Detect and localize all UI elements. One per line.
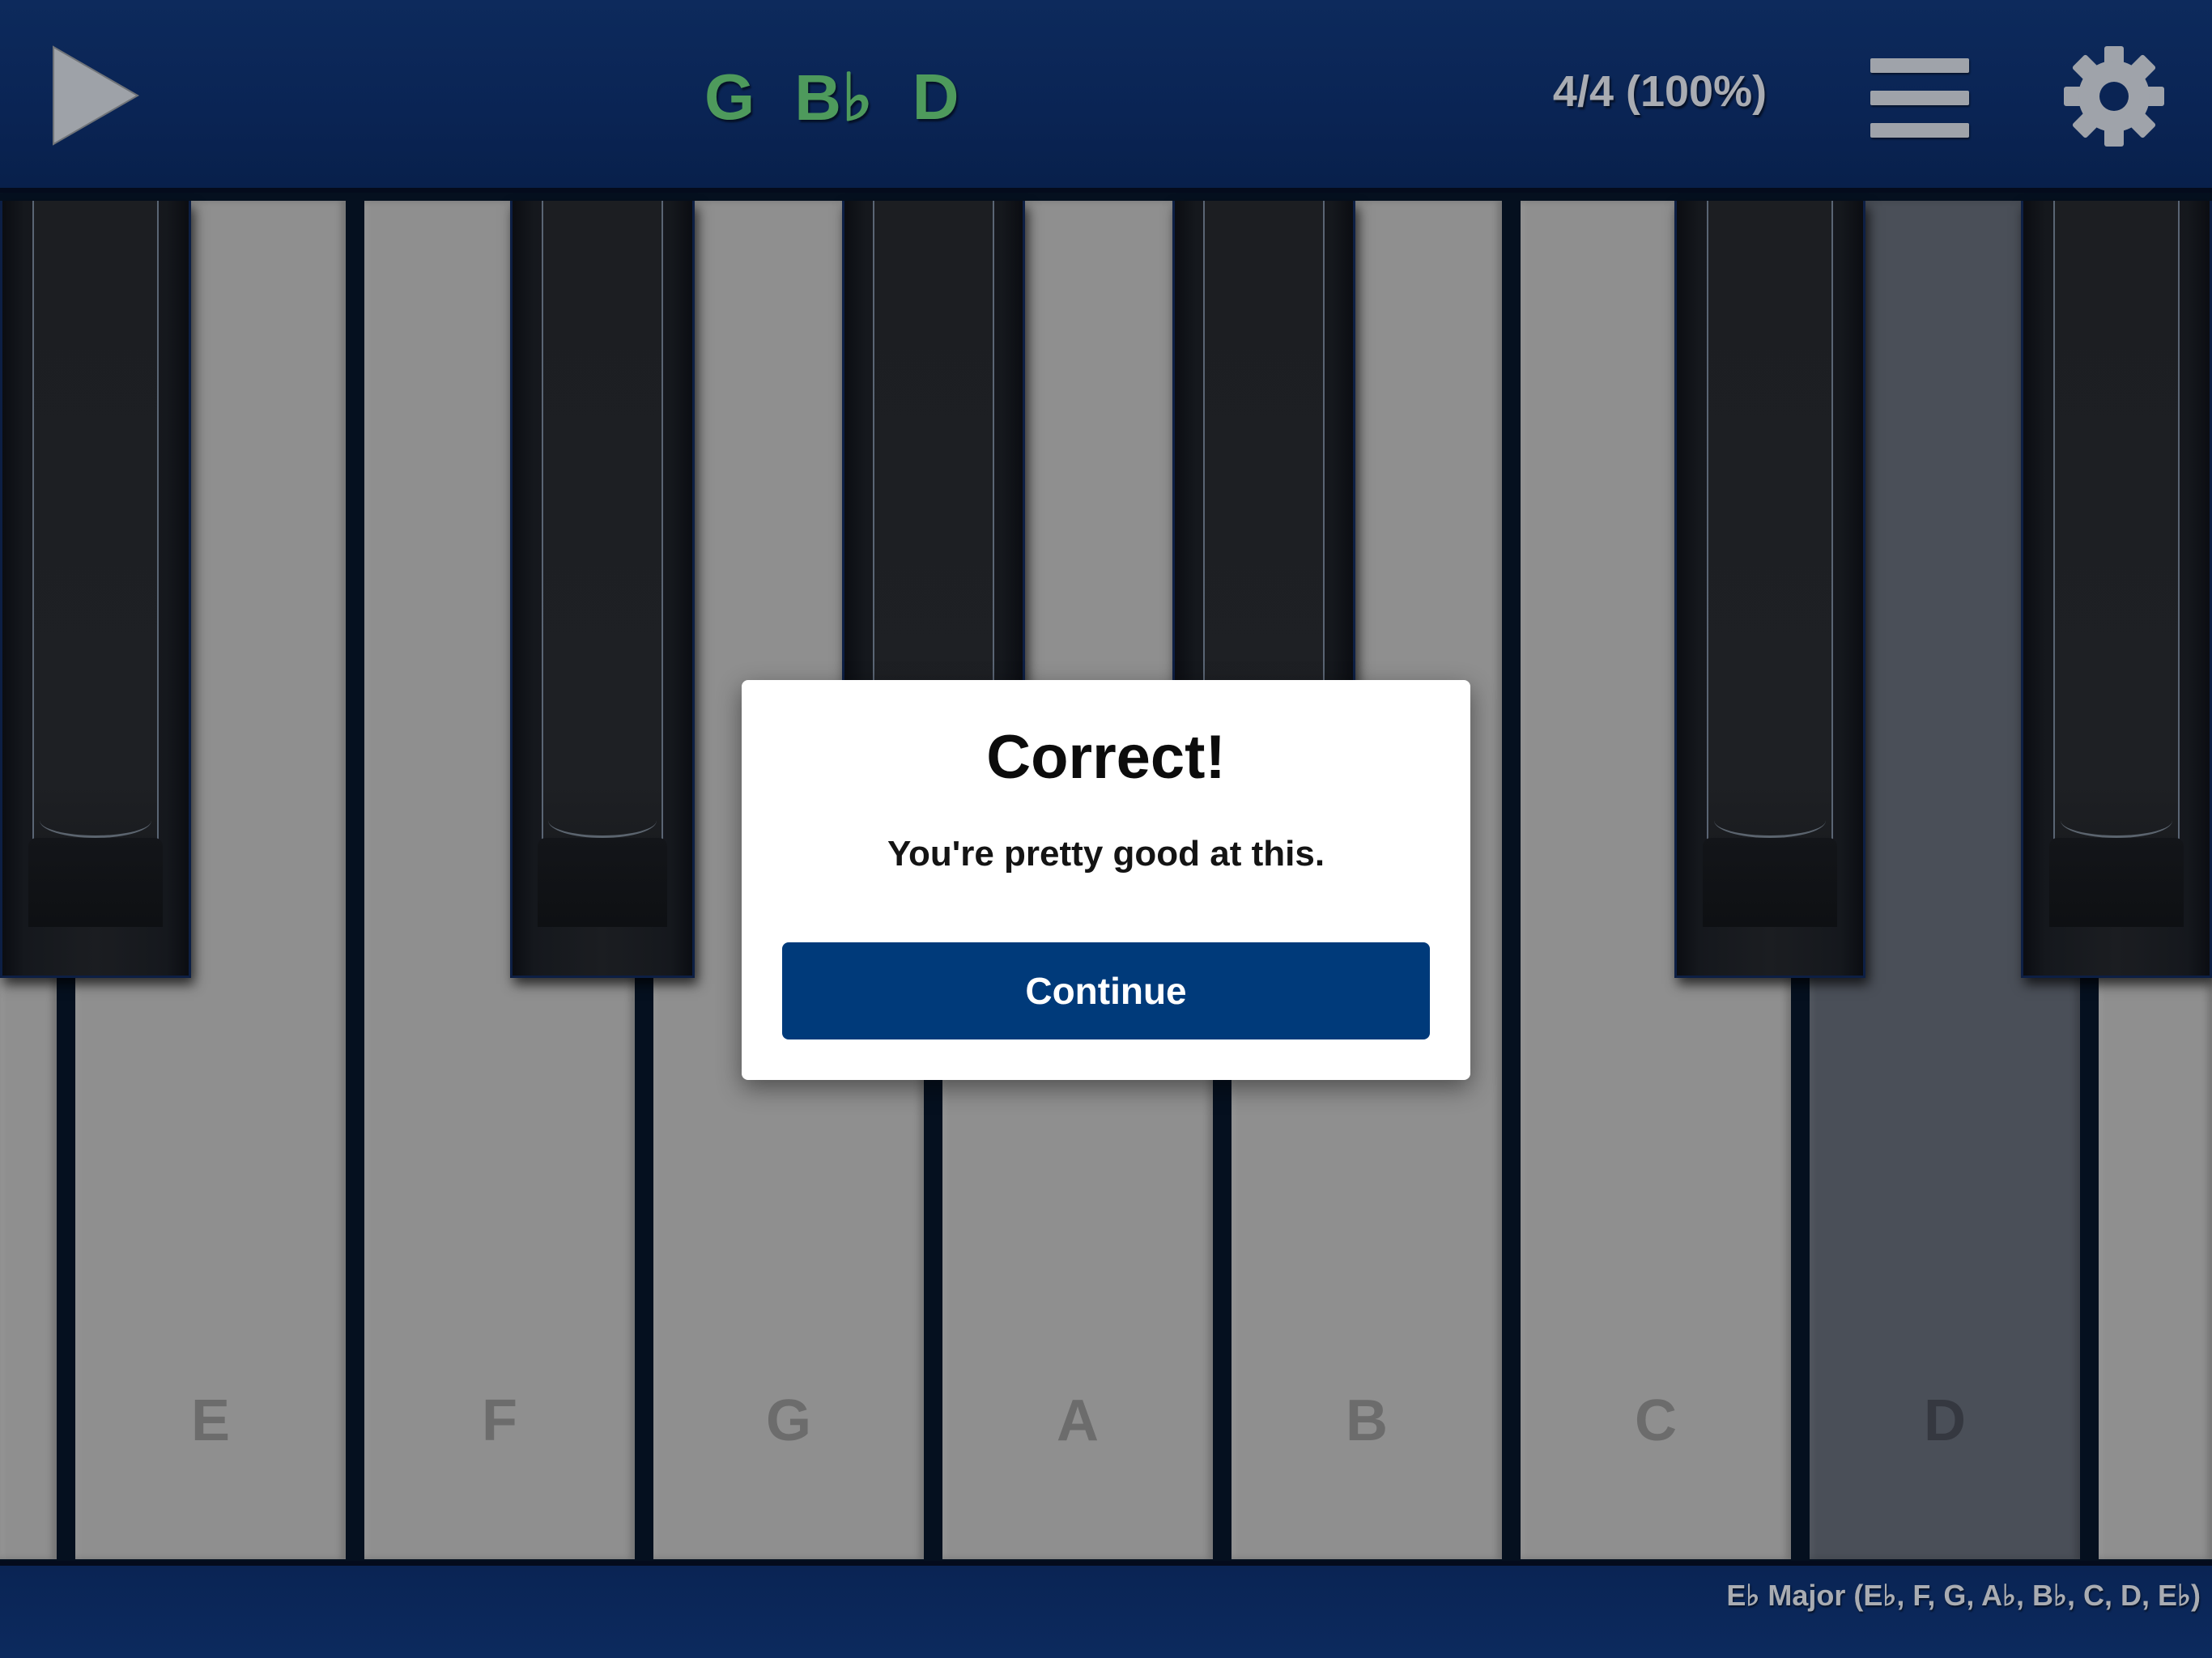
- result-dialog: Correct! You're pretty good at this. Con…: [742, 680, 1470, 1080]
- continue-button[interactable]: Continue: [782, 942, 1430, 1039]
- modal-overlay: Correct! You're pretty good at this. Con…: [0, 0, 2212, 1658]
- dialog-title: Correct!: [986, 723, 1226, 792]
- dialog-message: You're pretty good at this.: [887, 834, 1325, 874]
- app-root: G B♭ D 4/4 (100%) E F G A B C D E♭ Major…: [0, 0, 2212, 1658]
